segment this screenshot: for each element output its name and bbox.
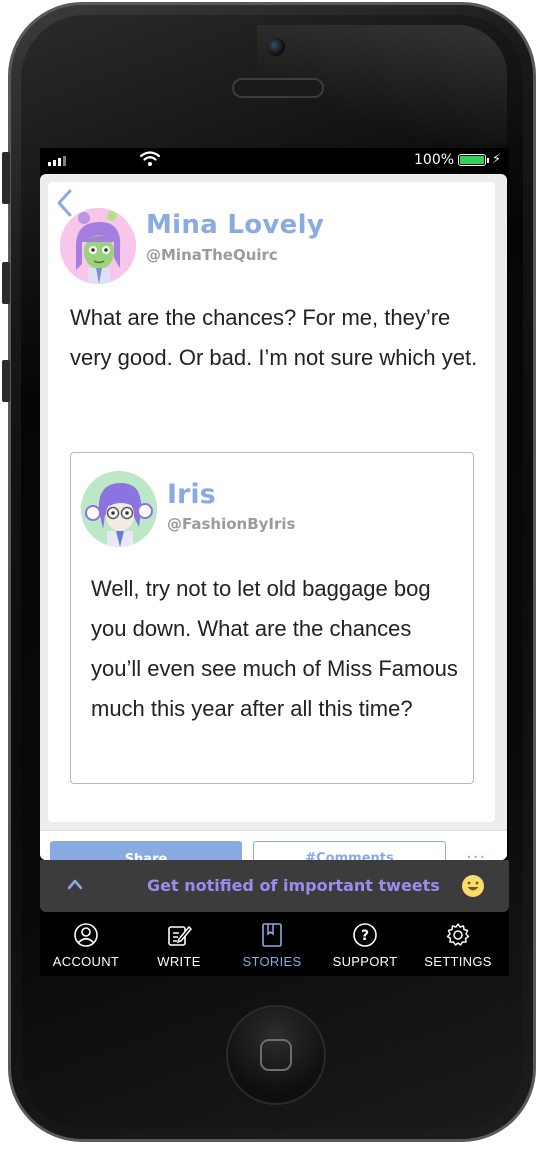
charging-bolt-icon: ⚡ [492,152,502,167]
author-name[interactable]: Mina Lovely [146,210,324,240]
battery-icon [458,154,486,166]
quoted-author-avatar[interactable] [81,471,157,547]
battery-level [460,156,484,164]
screen: 100% ⚡ Mina Lovely @MinaTheQuirc What ar… [40,148,509,976]
tweet-card: Mina Lovely @MinaTheQuirc What are the c… [48,182,495,822]
tweet-text: What are the chances? For me, they’re ve… [70,305,478,370]
svg-text:?: ? [361,928,369,944]
gear-icon [446,923,470,946]
bottom-tab-bar: ACCOUNT WRITE STORIES ? SUPPORT SETTINGS [40,912,509,976]
home-button[interactable] [226,1005,326,1105]
iris-avatar-icon [81,471,157,547]
pencil-icon [168,925,192,946]
notify-bar[interactable]: Get notified of important tweets [40,860,509,912]
author-handle[interactable]: @MinaTheQuirc [146,246,278,264]
earpiece-speaker [232,78,324,98]
tab-stories-label: STORIES [242,954,302,969]
signal-icon [48,156,66,166]
tab-write-label: WRITE [157,954,201,969]
action-bar: Share #Comments ··· [40,830,507,860]
tab-settings[interactable]: SETTINGS [413,912,503,976]
tab-support[interactable]: ? SUPPORT [320,912,410,976]
tab-account[interactable]: ACCOUNT [41,912,131,976]
quoted-tweet-text: Well, try not to let old baggage bog you… [91,576,458,721]
smiley-icon [462,875,484,897]
share-button[interactable]: Share [50,841,242,860]
tab-account-label: ACCOUNT [52,954,120,969]
tab-support-label: SUPPORT [332,954,398,969]
home-button-icon [260,1039,292,1071]
question-icon: ? [353,923,377,947]
quoted-tweet[interactable]: Iris @FashionByIris Well, try not to let… [70,452,474,784]
battery-tip [487,158,489,163]
mute-switch [2,152,10,204]
notify-label[interactable]: Get notified of important tweets [147,876,440,895]
tab-settings-label: SETTINGS [424,954,492,969]
chevron-up-icon[interactable] [66,878,84,890]
author-avatar[interactable] [60,208,136,284]
more-options-icon[interactable]: ··· [466,847,486,860]
front-camera [267,38,285,56]
battery-percent: 100% [414,152,455,168]
volume-down-button [2,360,10,402]
status-bar: 100% ⚡ [40,148,509,174]
book-icon [262,923,282,947]
tab-write[interactable]: WRITE [134,912,224,976]
mina-avatar-icon [60,208,136,284]
quoted-author-name[interactable]: Iris [167,479,216,510]
tab-stories[interactable]: STORIES [227,912,317,976]
wifi-icon [140,151,160,166]
tweet-page: Mina Lovely @MinaTheQuirc What are the c… [40,174,507,860]
quoted-author-handle[interactable]: @FashionByIris [167,515,295,533]
comments-button[interactable]: #Comments [253,841,446,860]
volume-up-button [2,262,10,304]
user-icon [74,923,98,947]
